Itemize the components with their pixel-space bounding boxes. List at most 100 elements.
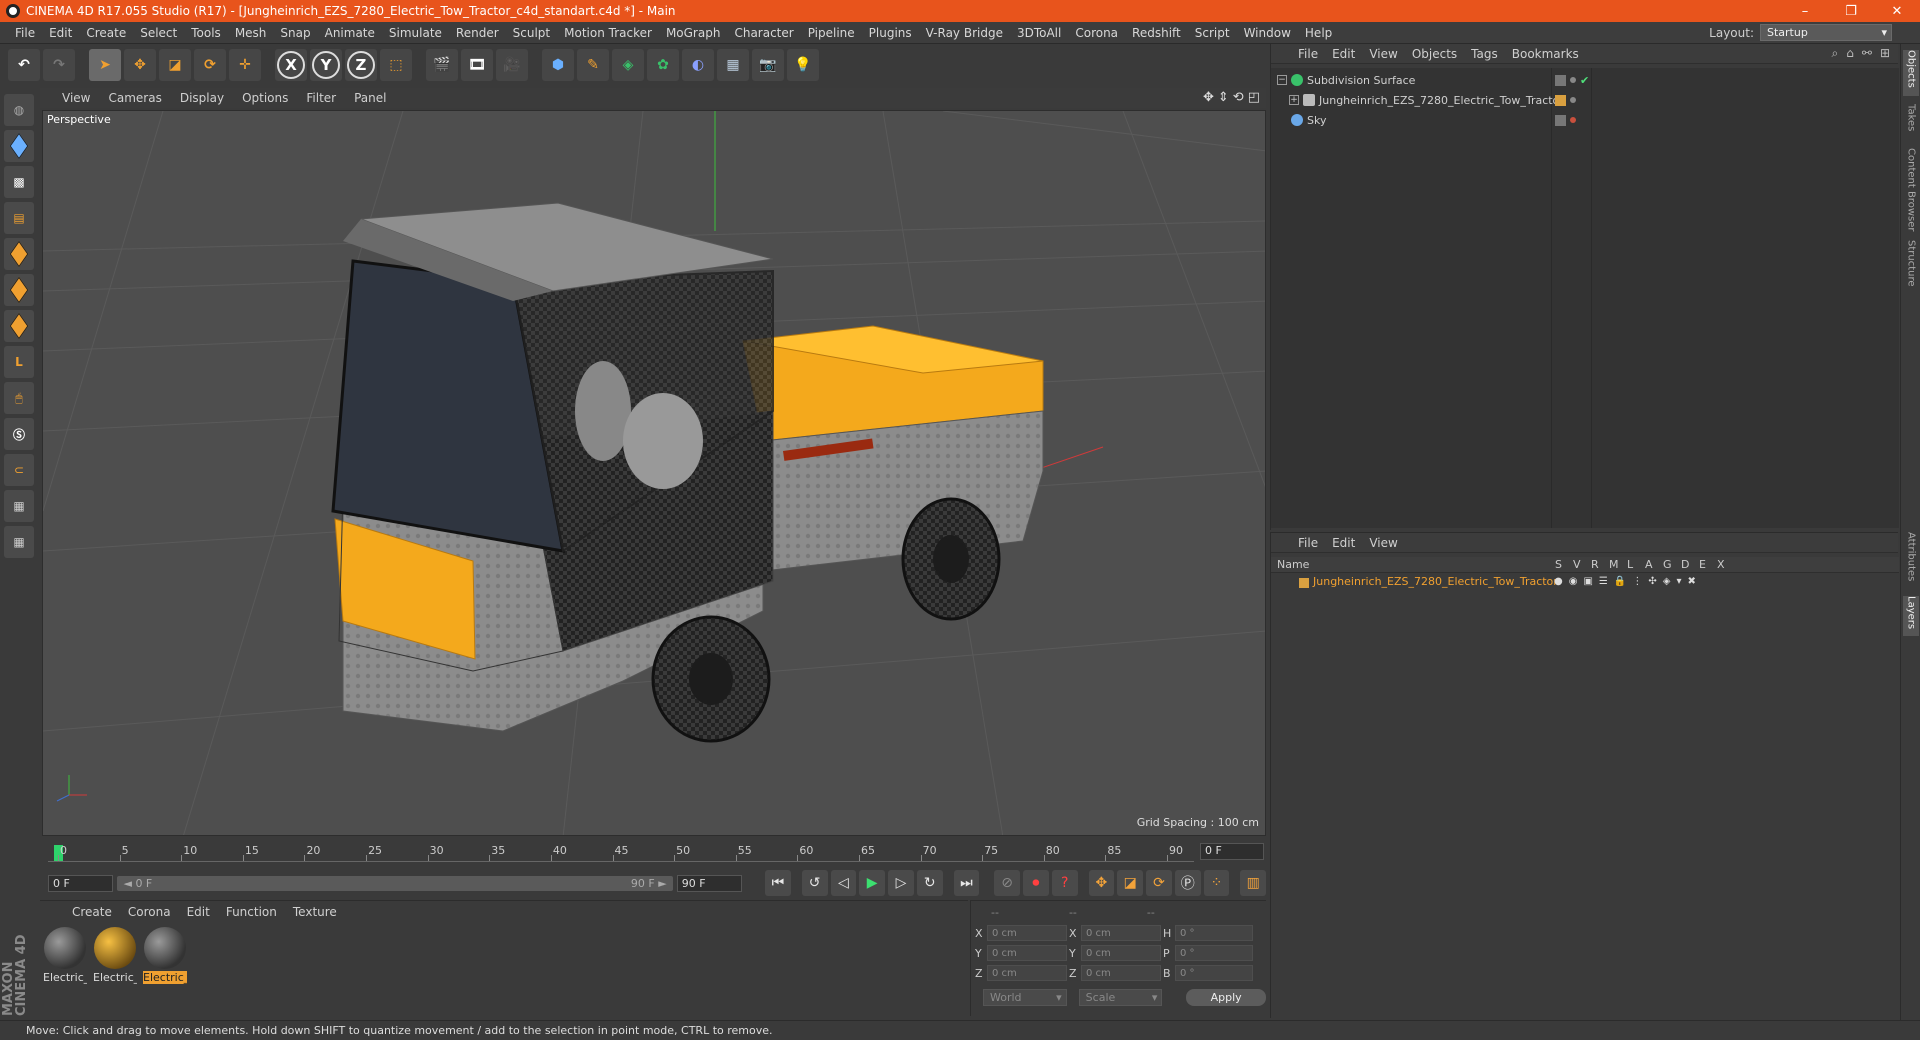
pan-icon[interactable]: ✥ <box>1203 90 1214 105</box>
menu-window[interactable]: Window <box>1237 26 1298 40</box>
key-parameter-button[interactable]: Ⓟ <box>1174 870 1201 896</box>
tweak-mode-button[interactable]: 🖱 <box>4 382 34 414</box>
object-menu-view[interactable]: View <box>1362 47 1404 61</box>
keyframe-selection-button[interactable]: ? <box>1051 870 1078 896</box>
tab-structure[interactable]: Structure <box>1903 240 1919 290</box>
maximize-button[interactable]: ❐ <box>1828 0 1874 22</box>
key-scale-button[interactable]: ◪ <box>1117 870 1144 896</box>
edit-render-settings-button[interactable]: 🎥 <box>496 49 528 81</box>
menu-tools[interactable]: Tools <box>184 26 228 40</box>
visibility-dot-icon[interactable] <box>1570 117 1576 123</box>
layer-menu-edit[interactable]: Edit <box>1325 536 1362 550</box>
end-frame-field[interactable]: 90 F <box>676 874 743 892</box>
points-mode-button[interactable] <box>4 238 34 270</box>
add-nurbs-button[interactable]: ◈ <box>612 49 644 81</box>
menu-simulate[interactable]: Simulate <box>382 26 449 40</box>
object-menu-tags[interactable]: Tags <box>1464 47 1505 61</box>
menu-animate[interactable]: Animate <box>318 26 382 40</box>
layer-menu-file[interactable]: File <box>1291 536 1325 550</box>
object-row[interactable]: + Jungheinrich_EZS_7280_Electric_Tow_Tra… <box>1271 90 1899 110</box>
menu-render[interactable]: Render <box>449 26 506 40</box>
orbit-icon[interactable]: ⟲ <box>1233 90 1244 105</box>
tab-content-browser[interactable]: Content Browser <box>1903 148 1919 232</box>
xref-icon[interactable]: ✖ <box>1687 576 1695 587</box>
object-menu-file[interactable]: File <box>1291 47 1325 61</box>
axis-mode-button[interactable]: L <box>4 346 34 378</box>
menu-pipeline[interactable]: Pipeline <box>801 26 862 40</box>
render-to-picture-viewer-button[interactable]: 🎞 <box>461 49 493 81</box>
go-to-start-button[interactable]: ⏮ <box>765 870 791 896</box>
transform-tool-button[interactable]: ✛ <box>229 49 261 81</box>
material-swatch[interactable]: Electric_ <box>43 927 87 984</box>
menu-snap[interactable]: Snap <box>273 26 317 40</box>
add-spline-button[interactable]: ✎ <box>577 49 609 81</box>
menu-motion-tracker[interactable]: Motion Tracker <box>557 26 659 40</box>
layer-tag-icon[interactable] <box>1555 74 1566 86</box>
lock-workplane-button[interactable]: ▦ <box>4 490 34 522</box>
add-array-button[interactable]: ✿ <box>647 49 679 81</box>
object-menu-bookmarks[interactable]: Bookmarks <box>1505 47 1586 61</box>
search-icon[interactable]: ⌕ <box>1832 46 1839 61</box>
magnet-button[interactable]: ⊂ <box>4 454 34 486</box>
add-camera-button[interactable]: 📷 <box>752 49 784 81</box>
close-button[interactable]: ✕ <box>1874 0 1920 22</box>
solo-dot-icon[interactable]: ● <box>1554 576 1563 587</box>
material-menu-function[interactable]: Function <box>218 905 285 919</box>
world-dropdown[interactable]: World ▾ <box>983 989 1067 1006</box>
layer-menu-view[interactable]: View <box>1362 536 1404 550</box>
object-menu-edit[interactable]: Edit <box>1325 47 1362 61</box>
menu-corona[interactable]: Corona <box>1068 26 1125 40</box>
add-floor-button[interactable]: ▦ <box>717 49 749 81</box>
menu-edit[interactable]: Edit <box>42 26 79 40</box>
menu-mesh[interactable]: Mesh <box>228 26 274 40</box>
material-swatch-selected[interactable]: Electric_ <box>143 927 187 984</box>
timeline-track[interactable]: 0 5 10 15 20 25 30 35 40 45 50 55 60 65 70 75 80 85 90 <box>48 842 1194 862</box>
scale-dropdown[interactable]: Scale ▾ <box>1078 989 1163 1006</box>
menu-select[interactable]: Select <box>133 26 184 40</box>
go-to-end-button[interactable]: ⏭ <box>953 870 980 896</box>
edges-mode-button[interactable] <box>4 274 34 306</box>
polygons-mode-button[interactable] <box>4 310 34 342</box>
size-y-field[interactable]: 0 cm <box>1081 945 1161 961</box>
move-tool-button[interactable]: ✥ <box>124 49 156 81</box>
step-forward-button[interactable]: ▷ <box>888 870 914 896</box>
menu-plugins[interactable]: Plugins <box>862 26 919 40</box>
deformer-icon[interactable]: ◈ <box>1663 576 1671 587</box>
expression-icon[interactable]: ▾ <box>1676 576 1681 587</box>
viewport-menu-display[interactable]: Display <box>172 91 232 105</box>
loop-back-button[interactable]: ↺ <box>801 870 828 896</box>
loop-forward-button[interactable]: ↻ <box>916 870 943 896</box>
material-swatch[interactable]: Electric_ <box>93 927 137 984</box>
current-frame-field[interactable]: 0 F <box>1200 843 1264 860</box>
live-selection-button[interactable]: ➤ <box>89 49 121 81</box>
render-view-button[interactable]: 🎬 <box>426 49 458 81</box>
layer-row[interactable]: Jungheinrich_EZS_7280_Electric_Tow_Tract… <box>1271 575 1899 591</box>
menu-mograph[interactable]: MoGraph <box>659 26 728 40</box>
material-menu-corona[interactable]: Corona <box>120 905 179 919</box>
new-view-icon[interactable]: ⊞ <box>1880 46 1890 61</box>
rotation-b-field[interactable]: 0 ° <box>1175 965 1253 981</box>
rotate-tool-button[interactable]: ⟳ <box>194 49 226 81</box>
tab-objects[interactable]: Objects <box>1903 50 1919 96</box>
menu-character[interactable]: Character <box>727 26 800 40</box>
menu-vray-bridge[interactable]: V-Ray Bridge <box>919 26 1010 40</box>
viewport-menu-filter[interactable]: Filter <box>298 91 344 105</box>
viewport-menu-panel[interactable]: Panel <box>346 91 394 105</box>
menu-redshift[interactable]: Redshift <box>1125 26 1188 40</box>
model-mode-button[interactable] <box>4 130 34 162</box>
frame-range-slider[interactable]: ◄ 0 F 90 F ► <box>117 875 673 891</box>
add-light-button[interactable]: 💡 <box>787 49 819 81</box>
position-y-field[interactable]: 0 cm <box>987 945 1067 961</box>
redo-button[interactable]: ↷ <box>43 49 75 81</box>
expand-icon[interactable]: + <box>1289 95 1299 105</box>
menu-help[interactable]: Help <box>1298 26 1339 40</box>
make-editable-button[interactable]: ◍ <box>4 94 34 126</box>
layer-color-swatch[interactable] <box>1299 578 1309 588</box>
layout-dropdown[interactable]: Startup ▾ <box>1760 24 1892 41</box>
start-frame-field[interactable]: 0 F <box>48 874 114 892</box>
manager-icon[interactable]: ☰ <box>1599 576 1608 587</box>
key-position-button[interactable]: ✥ <box>1088 870 1115 896</box>
home-icon[interactable]: ⌂ <box>1846 46 1854 61</box>
workplane-mode-button[interactable]: ▤ <box>4 202 34 234</box>
rotation-h-field[interactable]: 0 ° <box>1175 925 1253 941</box>
